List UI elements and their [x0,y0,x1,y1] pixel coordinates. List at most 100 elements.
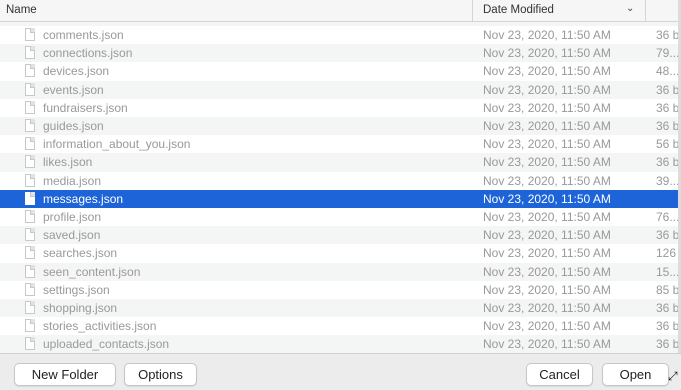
file-date-modified: Nov 23, 2020, 11:50 AM [483,64,611,79]
file-date-modified: Nov 23, 2020, 11:50 AM [483,137,611,152]
document-icon [25,319,35,333]
file-date-modified: Nov 23, 2020, 11:50 AM [483,246,611,261]
file-row[interactable]: seen_content.json Nov 23, 2020, 11:50 AM 1… [0,262,681,281]
file-date-modified: Nov 23, 2020, 11:50 AM [483,82,611,97]
document-icon [25,137,35,151]
file-name: uploaded_contacts.json [43,337,170,352]
file-name: comments.json [43,28,124,42]
file-size: 56 b [656,137,680,152]
file-name: media.json [43,173,102,188]
document-icon [25,191,35,205]
file-date-modified: Nov 23, 2020, 11:50 AM [483,337,611,352]
file-row[interactable]: profile.json Nov 23, 2020, 11:50 AM 76... [0,208,681,226]
file-name: settings.json [43,282,110,297]
file-open-dialog: Name Date Modified ⌄ comments.json Nov 23… [0,0,681,390]
file-size: 39... [656,173,680,188]
file-row[interactable]: stories_activities.json Nov 23, 2020, 11:… [0,317,681,335]
file-row[interactable]: shopping.json Nov 23, 2020, 11:50 AM 36 b [0,299,681,318]
file-date-modified: Nov 23, 2020, 11:50 AM [483,173,611,188]
file-name: guides.json [43,119,104,133]
document-icon [25,264,35,278]
file-size: 15... [656,264,680,279]
file-name: likes.json [43,155,93,170]
file-date-modified: Nov 23, 2020, 11:50 AM [483,119,611,133]
file-size: 48... [656,64,680,79]
date-modified-column-header[interactable]: Date Modified [483,4,554,16]
document-icon [25,46,35,60]
document-icon [25,282,35,296]
file-date-modified: Nov 23, 2020, 11:50 AM [483,210,611,224]
file-name: devices.json [43,64,110,79]
document-icon [25,100,35,114]
file-row[interactable]: likes.json Nov 23, 2020, 11:50 AM 36 b [0,153,681,172]
document-icon [25,64,35,78]
options-button[interactable]: Options [124,363,197,386]
file-name: connections.json [43,46,133,61]
file-name: seen_content.json [43,264,141,279]
file-size: 36 b [656,100,680,115]
partially-visible-row [0,22,681,26]
document-icon [25,82,35,96]
file-size: 79... [656,46,680,61]
file-row[interactable]: connections.json Nov 23, 2020, 11:50 AM 79… [0,44,681,63]
file-size: 36 b [656,228,680,243]
file-row[interactable]: uploaded_contacts.json Nov 23, 2020, 11:5… [0,335,681,353]
column-divider[interactable] [472,0,473,22]
chevron-down-icon[interactable]: ⌄ [626,3,634,14]
file-date-modified: Nov 23, 2020, 11:50 AM [483,301,611,315]
file-date-modified: Nov 23, 2020, 11:50 AM [483,228,611,243]
open-button[interactable]: Open [602,363,669,386]
file-list-header: Name Date Modified ⌄ [0,0,681,22]
file-size: 85 b [656,282,680,297]
file-name: profile.json [43,210,102,224]
document-icon [25,246,35,260]
file-row[interactable]: settings.json Nov 23, 2020, 11:50 AM 85 b [0,281,681,299]
new-folder-button[interactable]: New Folder [14,363,116,386]
file-name: stories_activities.json [43,319,157,334]
file-row[interactable]: searches.json Nov 23, 2020, 11:50 AM 126 [0,244,681,262]
file-row[interactable]: comments.json Nov 23, 2020, 11:50 AM 36 b [0,26,681,44]
resize-handle-icon[interactable]: ⤢ [668,369,678,384]
file-row[interactable]: guides.json Nov 23, 2020, 11:50 AM 36 b [0,117,681,136]
file-row[interactable]: saved.json Nov 23, 2020, 11:50 AM 36 b [0,226,681,245]
document-icon [25,155,35,169]
file-name: searches.json [43,246,118,261]
file-date-modified: Nov 23, 2020, 11:50 AM [483,264,611,279]
document-icon [25,301,35,314]
file-date-modified: Nov 23, 2020, 11:50 AM [483,155,611,170]
file-date-modified: Nov 23, 2020, 11:50 AM [483,46,611,61]
file-name: fundraisers.json [43,100,128,115]
file-size: 36 b [656,119,680,133]
file-row[interactable]: events.json Nov 23, 2020, 11:50 AM 36 b [0,80,681,99]
document-icon [25,337,35,351]
cancel-button[interactable]: Cancel [526,363,593,386]
document-icon [25,119,35,132]
document-icon [25,210,35,223]
file-list[interactable]: comments.json Nov 23, 2020, 11:50 AM 36 bc… [0,22,681,353]
file-date-modified: Nov 23, 2020, 11:50 AM [483,100,611,115]
file-name: messages.json [43,191,124,206]
file-size: 126 [656,246,677,261]
file-row[interactable]: messages.json Nov 23, 2020, 11:50 AM [0,189,681,208]
file-name: events.json [43,82,104,97]
file-date-modified: Nov 23, 2020, 11:50 AM [483,191,611,206]
dialog-footer: New Folder Options Cancel Open [0,353,681,390]
file-row[interactable]: media.json Nov 23, 2020, 11:50 AM 39... [0,172,681,190]
file-size: 36 b [656,155,680,170]
document-icon [25,228,35,242]
file-name: shopping.json [43,301,118,315]
file-date-modified: Nov 23, 2020, 11:50 AM [483,28,611,42]
file-date-modified: Nov 23, 2020, 11:50 AM [483,319,611,334]
file-name: information_about_you.json [43,137,191,152]
document-icon [25,28,35,41]
file-size: 36 b [656,28,680,42]
file-row[interactable]: devices.json Nov 23, 2020, 11:50 AM 48... [0,62,681,80]
file-size: 36 b [656,319,680,334]
file-row[interactable]: information_about_you.json Nov 23, 2020, … [0,135,681,153]
file-size: 76... [656,210,680,224]
file-date-modified: Nov 23, 2020, 11:50 AM [483,282,611,297]
column-divider[interactable] [645,0,646,22]
name-column-header[interactable]: Name [6,4,37,16]
file-size: 36 b [656,82,680,97]
file-row[interactable]: fundraisers.json Nov 23, 2020, 11:50 AM 36… [0,99,681,117]
